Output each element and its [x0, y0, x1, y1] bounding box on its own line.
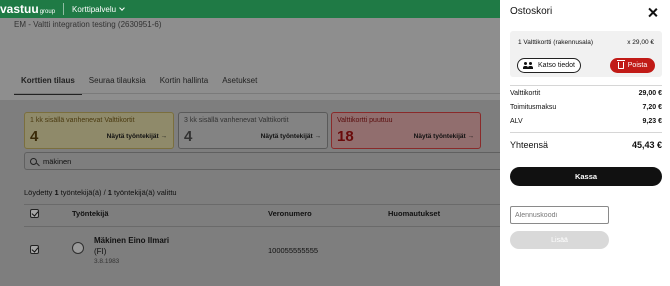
chevron-down-icon	[119, 5, 125, 11]
found-suffix: työntekijä(ä) valittu	[111, 188, 177, 197]
trash-icon	[616, 60, 625, 69]
nav-divider	[63, 3, 65, 15]
row-checkbox[interactable]	[30, 245, 39, 254]
card-missing-valttikortti: Valttikortti puuttuu 18 Näytä työntekijä…	[331, 112, 481, 149]
line-label: Toimitusmaksu	[510, 104, 557, 111]
card-title: Valttikortti puuttuu	[337, 117, 393, 124]
close-icon[interactable]	[648, 8, 657, 17]
column-header-veronumero[interactable]: Veronumero	[268, 209, 312, 218]
tabs-divider	[14, 93, 500, 94]
card-status-icon	[72, 242, 84, 254]
cart-line-alv: ALV 9,23 €	[510, 118, 662, 125]
employee-dob: 3.8.1983	[94, 258, 120, 265]
view-details-label: Katso tiedot	[538, 62, 575, 69]
card-expiring-3-months: 3 kk sisällä vanhenevat Valttikortit 4 N…	[178, 112, 328, 149]
total-label: Yhteensä	[510, 140, 549, 150]
results-summary: Löydetty 1 työntekijä(ä) / 1 työntekijä(…	[24, 188, 177, 197]
table-top-border	[24, 204, 500, 205]
search-input[interactable]	[43, 156, 343, 166]
cart-line-valttikortit: Valttikortit 29,00 €	[510, 90, 662, 97]
logo-sup: group	[39, 9, 56, 15]
total-value: 45,43 €	[631, 140, 662, 150]
card-expiring-1-month: 1 kk sisällä vanhenevat Valttikortit 4 N…	[24, 112, 174, 149]
line-label: ALV	[510, 118, 523, 125]
cart-line-toimitusmaksu: Toimitusmaksu 7,20 €	[510, 104, 662, 111]
cart-item-name: 1 Valttikortti (rakennusala)	[518, 39, 594, 46]
divider	[510, 85, 662, 86]
column-header-tyontekija[interactable]: Työntekijä	[72, 209, 109, 218]
cart-total: Yhteensä 45,43 €	[510, 140, 662, 150]
show-employees-link[interactable]: Näytä työntekijät →	[414, 133, 474, 140]
view-details-button[interactable]: Katso tiedot	[517, 58, 581, 73]
card-count: 4	[30, 128, 39, 145]
card-count: 4	[184, 128, 193, 145]
table-header-border	[24, 226, 500, 227]
show-employees-link[interactable]: Näytä työntekijät →	[107, 133, 167, 140]
cart-item: 1 Valttikortti (rakennusala) x 29,00 € K…	[510, 31, 662, 77]
found-middle: työntekijä(ä) /	[58, 188, 108, 197]
line-value: 7,20 €	[642, 104, 662, 111]
people-icon	[523, 62, 534, 69]
select-all-checkbox[interactable]	[30, 209, 39, 218]
vastuu-logo[interactable]: vastuu group	[0, 2, 55, 16]
company-name: EM - Valtti integration testing (2630951…	[14, 20, 162, 29]
line-label: Valttikortit	[510, 90, 541, 97]
cart-title: Ostoskori	[510, 6, 553, 17]
remove-button[interactable]: Poista	[610, 58, 655, 73]
cart-item-price: x 29,00 €	[627, 39, 654, 46]
nav-korttipalvelu-label: Korttipalvelu	[72, 4, 117, 14]
found-prefix: Löydetty	[24, 188, 55, 197]
apply-discount-button[interactable]: Lisää	[510, 231, 609, 249]
divider	[510, 132, 662, 133]
line-value: 9,23 €	[642, 118, 662, 125]
discount-code-input[interactable]	[510, 206, 609, 224]
line-value: 29,00 €	[638, 90, 662, 97]
employee-full-name: Mäkinen Eino Ilmari	[94, 236, 170, 245]
card-title: 1 kk sisällä vanhenevat Valttikortit	[30, 117, 135, 124]
employee-search	[24, 152, 500, 170]
nav-korttipalvelu[interactable]: Korttipalvelu	[72, 4, 125, 14]
remove-label: Poista	[627, 62, 648, 69]
logo-text: vastuu	[0, 2, 39, 16]
employee-name[interactable]: Mäkinen Eino Ilmari (FI)	[94, 235, 174, 257]
search-icon	[30, 157, 37, 165]
card-count: 18	[337, 128, 354, 145]
column-header-huomautukset[interactable]: Huomautukset	[388, 209, 440, 218]
checkout-button[interactable]: Kassa	[510, 167, 662, 186]
employee-veronumero: 100055555555	[268, 246, 319, 255]
show-employees-link[interactable]: Näytä työntekijät →	[261, 133, 321, 140]
employee-country: (FI)	[94, 247, 107, 256]
content-panel: 1 kk sisällä vanhenevat Valttikortit 4 N…	[0, 100, 500, 286]
card-title: 3 kk sisällä vanhenevat Valttikortit	[184, 117, 289, 124]
